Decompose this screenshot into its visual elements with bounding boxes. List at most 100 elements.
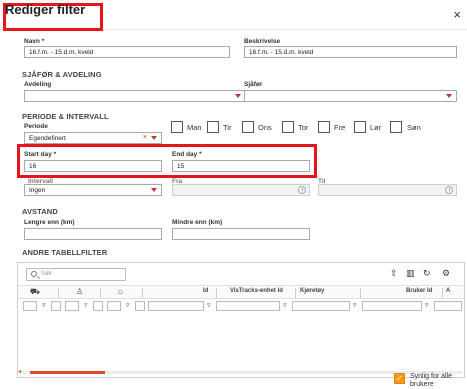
section-andre-tabellfilter: ANDRE TABELLFILTER (22, 248, 110, 257)
checkbox-day-man[interactable] (171, 121, 183, 133)
dialog-titlebar: Rediger filter × (0, 0, 467, 31)
avdeling-select[interactable] (24, 90, 246, 102)
column-header-kjoretoy[interactable]: Kjøretøy (300, 288, 324, 294)
checkbox-day-tor[interactable] (282, 121, 294, 133)
column-separator (58, 288, 59, 298)
checkbox-day-lor[interactable] (354, 121, 366, 133)
column-separator (442, 288, 443, 298)
navn-value: 16.f.m. - 15.d.m. kveld (29, 49, 94, 56)
column-separator (100, 288, 101, 298)
filter-icon[interactable]: ▿ (353, 301, 357, 309)
section-avstand: AVSTAND (22, 207, 58, 216)
search-placeholder: Søk (41, 271, 52, 277)
filter-icon[interactable]: ▿ (283, 301, 287, 309)
start-day-value: 16 (29, 163, 37, 170)
day-label-man: Man (187, 123, 202, 132)
column-separator (295, 288, 296, 298)
grid-filter-input[interactable] (93, 301, 103, 311)
grid-filter-input[interactable] (23, 301, 37, 311)
filter-grid: Søk ⇪ ▥ ↻ ⚙ ⛟ ♙ ⌂ Id VisTracks-enhet Id … (17, 262, 465, 378)
home-icon[interactable]: ⌂ (118, 287, 123, 296)
sjafor-select[interactable] (244, 90, 457, 102)
chevron-down-icon (151, 188, 157, 192)
scroll-left-icon[interactable]: ◂ (18, 368, 21, 375)
start-day-label: Start day * (24, 151, 57, 158)
day-label-ons: Ons (258, 123, 272, 132)
dialog-title: Rediger filter (5, 2, 86, 17)
checkbox-day-fre[interactable] (318, 121, 330, 133)
visible-for-all-checkbox[interactable]: ✓ (394, 373, 405, 384)
export-icon[interactable]: ⇪ (390, 268, 398, 279)
column-separator (142, 288, 143, 298)
grid-filter-input[interactable] (65, 301, 79, 311)
grid-filter-input[interactable] (292, 301, 350, 311)
car-icon[interactable]: ⛟ (30, 287, 40, 297)
filter-icon[interactable]: ▿ (207, 301, 211, 309)
periode-value: Egendefinert (29, 135, 66, 142)
columns-icon[interactable]: ▥ (406, 268, 415, 279)
edit-filter-dialog: Rediger filter × Navn * 16.f.m. - 15.d.m… (0, 0, 467, 388)
checkbox-day-ons[interactable] (242, 121, 254, 133)
start-day-input[interactable]: 16 (24, 160, 162, 172)
til-time-input[interactable] (318, 184, 457, 196)
settings-icon[interactable]: ⚙ (442, 268, 450, 279)
clock-icon (445, 186, 453, 194)
chevron-down-icon (151, 136, 157, 140)
end-day-value: 15 (177, 163, 185, 170)
end-day-input[interactable]: 15 (172, 160, 310, 172)
grid-filter-input[interactable] (362, 301, 422, 311)
grid-filter-input[interactable] (51, 301, 61, 311)
column-separator (360, 288, 361, 298)
filter-icon[interactable]: ▿ (126, 301, 130, 309)
beskrivelse-value: 16.f.m. - 15.d.m. kveld (249, 49, 314, 56)
filter-icon[interactable]: ▿ (84, 301, 88, 309)
avdeling-label: Avdeling (24, 81, 52, 88)
navn-label: Navn * (24, 38, 45, 45)
grid-filter-input[interactable] (216, 301, 280, 311)
sjafor-label: Sjåfør (244, 81, 263, 88)
scrollbar-thumb[interactable] (30, 371, 105, 374)
beskrivelse-input[interactable]: 16.f.m. - 15.d.m. kveld (244, 46, 457, 58)
day-label-fre: Fre (334, 123, 346, 132)
column-separator (216, 288, 217, 298)
filter-icon[interactable]: ▿ (42, 301, 46, 309)
intervall-select[interactable]: Ingen (24, 184, 162, 196)
beskrivelse-label: Beskrivelse (244, 38, 281, 45)
lengre-enn-label: Lengre enn (km) (24, 219, 75, 226)
grid-filter-input[interactable] (434, 301, 462, 311)
section-periode-intervall: PERIODE & INTERVALL (22, 112, 109, 121)
grid-filter-input[interactable] (135, 301, 145, 311)
mindre-enn-label: Mindre enn (km) (172, 219, 223, 226)
grid-search-input[interactable]: Søk (26, 268, 126, 281)
clear-icon[interactable]: × (143, 133, 147, 142)
section-sjafor-avdeling: SJÅFØR & AVDELING (22, 70, 102, 79)
close-icon[interactable]: × (453, 8, 461, 21)
checkbox-day-tir[interactable] (207, 121, 219, 133)
periode-label: Periode (24, 123, 48, 130)
checkbox-day-son[interactable] (390, 121, 402, 133)
intervall-value: Ingen (29, 187, 46, 194)
search-icon (31, 271, 37, 277)
grid-header-row: ⛟ ♙ ⌂ Id VisTracks-enhet Id Kjøretøy Bru… (18, 285, 464, 299)
fra-time-input[interactable] (172, 184, 310, 196)
day-label-son: Søn (407, 123, 421, 132)
grid-filter-input[interactable] (107, 301, 121, 311)
grid-filter-row: ▿ ▿ ▿ ▿ ▿ ▿ ▿ (18, 299, 464, 313)
column-header-bruker-id[interactable]: Bruker Id (406, 288, 432, 294)
column-header-truncated: A (446, 288, 451, 294)
refresh-icon[interactable]: ↻ (423, 268, 431, 279)
column-header-id[interactable]: Id (203, 288, 208, 294)
clock-icon (298, 186, 306, 194)
filter-icon[interactable]: ▿ (425, 301, 429, 309)
grid-filter-input[interactable] (148, 301, 204, 311)
periode-select[interactable]: Egendefinert × (24, 132, 162, 144)
mindre-enn-input[interactable] (172, 228, 310, 240)
navn-input[interactable]: 16.f.m. - 15.d.m. kveld (24, 46, 230, 58)
day-label-tor: Tor (298, 123, 309, 132)
chevron-down-icon (235, 94, 241, 98)
column-header-vistracks-enhet-id[interactable]: VisTracks-enhet Id (230, 288, 283, 294)
end-day-label: End day * (172, 151, 202, 158)
lengre-enn-input[interactable] (24, 228, 162, 240)
chevron-down-icon (446, 94, 452, 98)
person-icon[interactable]: ♙ (76, 287, 83, 296)
